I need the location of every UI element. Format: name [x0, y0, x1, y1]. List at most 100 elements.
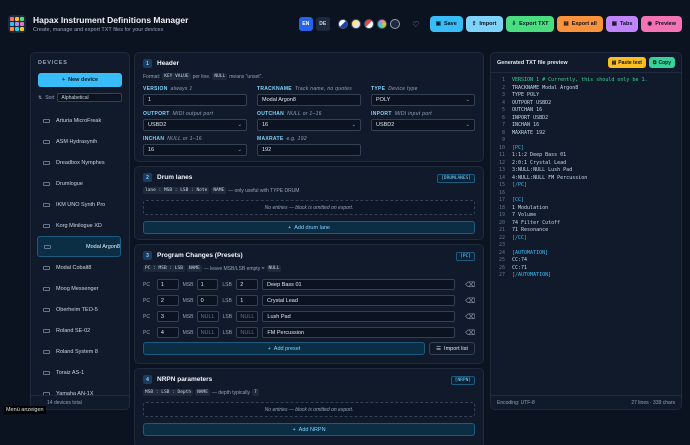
maxrate-input[interactable]: 192	[257, 144, 361, 156]
device-item[interactable]: Oberheim TEO-5	[37, 299, 121, 320]
header-fields: VERSION always 1 1 TRACKNAME Track name, no …	[143, 86, 475, 156]
type-select[interactable]: POLY ⌄	[371, 94, 475, 106]
pc-input[interactable]: 2	[156, 295, 179, 306]
download-icon: ⇩	[511, 21, 517, 27]
drum-lanes-card: 2 Drum lanes [DRUMLANES] lane : MSB : LSB…	[134, 166, 484, 240]
device-item[interactable]: Drumlogue	[37, 173, 121, 194]
line-number: 15	[498, 182, 505, 188]
device-item[interactable]: Toraiz AS-1	[37, 362, 121, 383]
device-item[interactable]: Moog Messenger	[37, 278, 121, 299]
field-value: 16	[262, 122, 269, 128]
version-input[interactable]: 1	[143, 94, 247, 106]
chevron-down-icon: ⌄	[237, 147, 242, 153]
field-trackname: TRACKNAME Track name, no quotes Modal Argo…	[257, 86, 361, 106]
lsb-input[interactable]: 2	[236, 279, 259, 290]
device-item[interactable]: Arturia MicroFreak	[37, 110, 121, 131]
preset-name-input[interactable]: Crystal Lead	[262, 295, 456, 306]
device-icon	[43, 118, 50, 123]
add-drum-lane-button[interactable]: + Add drum lane	[143, 221, 475, 234]
lsb-input[interactable]: NULL	[236, 311, 259, 322]
preset-name-input[interactable]: Deep Bass 01	[262, 279, 456, 290]
device-label: ASM Hydrasynth	[56, 138, 98, 145]
field-label: MAXRATE e.g. 192	[257, 136, 361, 142]
app-subtitle: Create, manage and export TXT files for …	[33, 27, 164, 33]
preset-name-input[interactable]: FM Percussion	[262, 327, 456, 338]
new-device-button[interactable]: + New device	[38, 73, 122, 87]
pc-input[interactable]: 4	[156, 327, 179, 338]
device-item[interactable]: Dreadbox Nymphes	[37, 152, 121, 173]
preset-name-input[interactable]: Lush Pad	[262, 311, 456, 322]
msb-input[interactable]: 0	[196, 295, 219, 306]
trash-icon[interactable]: ⌫	[465, 297, 475, 305]
device-item[interactable]: Korg Minilogue XD	[37, 215, 121, 236]
add-nrpn-button[interactable]: + Add NRPN	[143, 423, 475, 436]
field-hint: MIDI output port	[172, 111, 214, 117]
theme-light-button[interactable]	[350, 19, 361, 29]
tabs-icon: ▦	[611, 21, 617, 27]
outchan-select[interactable]: 16 ⌄	[257, 119, 361, 131]
trash-icon[interactable]: ⌫	[465, 313, 475, 321]
code-line: 8 MAXRATE 192	[491, 130, 681, 138]
field-inchan: INCHAN NULL or 1–16 16 ⌄	[143, 136, 247, 156]
device-item[interactable]: IKM UNO Synth Pro	[37, 194, 121, 215]
lsb-input[interactable]: NULL	[236, 327, 259, 338]
txt-preview-code[interactable]: 1 VERSION 1 # Currently, this should only…	[491, 74, 681, 392]
lang-en-button[interactable]: EN	[298, 17, 313, 31]
add-preset-button[interactable]: + Add preset	[143, 342, 425, 355]
device-item[interactable]: Modal Argon8	[37, 236, 121, 257]
theme-system-button[interactable]	[389, 19, 400, 29]
import-button[interactable]: ⇪ Import	[465, 16, 503, 32]
field-outchan: OUTCHAN NULL or 1–16 16 ⌄	[257, 111, 361, 131]
line-text: 71 Resonance	[512, 227, 549, 233]
trash-icon[interactable]: ⌫	[465, 329, 475, 337]
tabs-button[interactable]: ▦ Tabs	[605, 16, 639, 32]
trash-icon[interactable]: ⌫	[465, 281, 475, 289]
save-button[interactable]: ▣ Save	[429, 16, 463, 32]
header-card: 1 Header Format: KEY VALUE per line. NULL…	[134, 52, 484, 162]
device-icon	[43, 181, 50, 186]
theme-color-button[interactable]	[363, 19, 374, 29]
device-item[interactable]: Roland System 8	[37, 341, 121, 362]
msb-input[interactable]: NULL	[196, 311, 219, 322]
field-outport: OUTPORT MIDI output port USBD2 ⌄	[143, 111, 247, 131]
lsb-input[interactable]: 1	[236, 295, 259, 306]
copy-button[interactable]: ⧉ Copy	[648, 57, 675, 68]
device-item[interactable]: ASM Hydrasynth	[37, 131, 121, 152]
line-text: CC:74	[512, 257, 528, 263]
device-item[interactable]: Roland SE-02	[37, 320, 121, 341]
field-label: TRACKNAME Track name, no quotes	[257, 86, 361, 92]
msb-input[interactable]: 1	[196, 279, 219, 290]
field-value: USBD2	[376, 122, 395, 128]
pc-input[interactable]: 1	[156, 279, 179, 290]
app-header: Hapax Instrument Definitions Manager Cre…	[0, 0, 690, 48]
chevron-down-icon: ⌄	[351, 122, 356, 128]
msb-input[interactable]: NULL	[196, 327, 219, 338]
outport-select[interactable]: USBD2 ⌄	[143, 119, 247, 131]
trackname-input[interactable]: Modal Argon8	[257, 94, 361, 106]
paste-text-button[interactable]: ▤ Paste text	[607, 57, 646, 68]
theme-rainbow-button[interactable]	[376, 19, 387, 29]
export-all-button[interactable]: ▤ Export all	[557, 16, 603, 32]
lang-de-button[interactable]: DE	[315, 17, 330, 31]
preview-button[interactable]: ◉ Preview	[641, 16, 682, 32]
import-list-button[interactable]: ☰ Import list	[429, 342, 475, 355]
code-line: 17 [CC]	[491, 197, 681, 205]
export-txt-button[interactable]: ⇩ Export TXT	[505, 16, 555, 32]
inport-select[interactable]: USBD2 ⌄	[371, 119, 475, 131]
inchan-select[interactable]: 16 ⌄	[143, 144, 247, 156]
code-line: 25 CC:74	[491, 257, 681, 265]
line-number: 16	[498, 189, 505, 196]
sort-select[interactable]: Alphabetical	[57, 93, 122, 102]
device-label: Modal Argon8	[86, 243, 120, 250]
heart-icon[interactable]: ♡	[409, 17, 423, 31]
device-label: Oberheim TEO-5	[56, 306, 98, 313]
field-label: TYPE Device type	[371, 86, 475, 92]
device-label: Roland System 8	[56, 348, 98, 355]
theme-dark-button[interactable]	[337, 19, 348, 29]
field-label: VERSION always 1	[143, 86, 247, 92]
device-item[interactable]: Modal Cobalt8	[37, 257, 121, 278]
plus-icon: +	[267, 345, 271, 352]
field-hint: e.g. 192	[286, 136, 307, 142]
pc-input[interactable]: 3	[156, 311, 179, 322]
show-menu-button[interactable]: Menü anzeigen	[4, 406, 46, 414]
